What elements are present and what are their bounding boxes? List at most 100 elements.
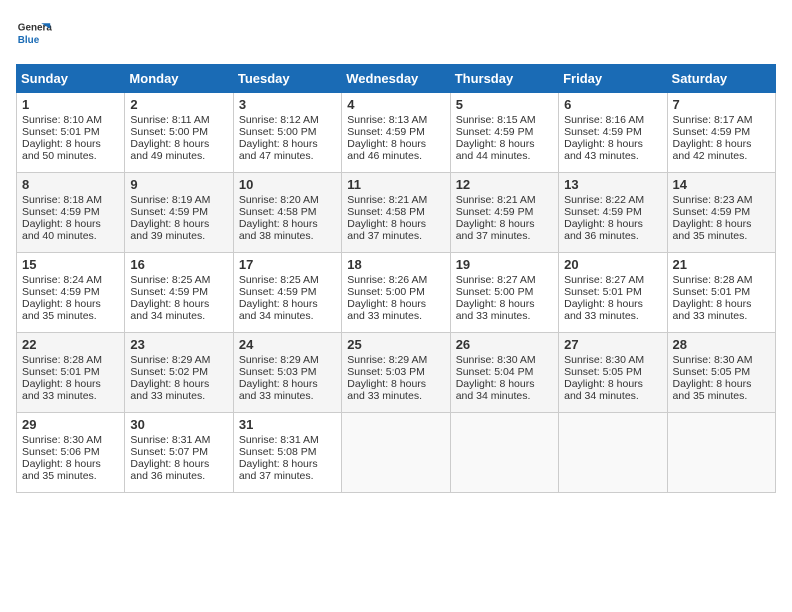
sunrise: Sunrise: 8:30 AM (22, 434, 102, 446)
daylight: Daylight: 8 hours and 33 minutes. (239, 378, 318, 402)
col-header-wednesday: Wednesday (342, 65, 450, 93)
sunset: Sunset: 4:59 PM (22, 206, 100, 218)
sunset: Sunset: 5:00 PM (456, 286, 534, 298)
day-number: 20 (564, 257, 661, 272)
sunset: Sunset: 4:59 PM (22, 286, 100, 298)
day-number: 18 (347, 257, 444, 272)
day-number: 16 (130, 257, 227, 272)
logo-icon: General Blue (16, 16, 52, 52)
daylight: Daylight: 8 hours and 37 minutes. (456, 218, 535, 242)
day-number: 6 (564, 97, 661, 112)
day-cell (342, 413, 450, 493)
daylight: Daylight: 8 hours and 38 minutes. (239, 218, 318, 242)
day-number: 10 (239, 177, 336, 192)
sunset: Sunset: 5:00 PM (130, 126, 208, 138)
daylight: Daylight: 8 hours and 35 minutes. (22, 458, 101, 482)
daylight: Daylight: 8 hours and 33 minutes. (673, 298, 752, 322)
daylight: Daylight: 8 hours and 36 minutes. (564, 218, 643, 242)
sunset: Sunset: 5:01 PM (564, 286, 642, 298)
daylight: Daylight: 8 hours and 36 minutes. (130, 458, 209, 482)
day-cell: 2Sunrise: 8:11 AMSunset: 5:00 PMDaylight… (125, 93, 233, 173)
day-number: 31 (239, 417, 336, 432)
day-cell: 31Sunrise: 8:31 AMSunset: 5:08 PMDayligh… (233, 413, 341, 493)
daylight: Daylight: 8 hours and 33 minutes. (130, 378, 209, 402)
day-cell: 5Sunrise: 8:15 AMSunset: 4:59 PMDaylight… (450, 93, 558, 173)
sunset: Sunset: 5:01 PM (22, 366, 100, 378)
daylight: Daylight: 8 hours and 35 minutes. (673, 378, 752, 402)
day-cell: 30Sunrise: 8:31 AMSunset: 5:07 PMDayligh… (125, 413, 233, 493)
sunset: Sunset: 4:59 PM (673, 206, 751, 218)
day-cell: 15Sunrise: 8:24 AMSunset: 4:59 PMDayligh… (17, 253, 125, 333)
sunrise: Sunrise: 8:20 AM (239, 194, 319, 206)
sunrise: Sunrise: 8:27 AM (564, 274, 644, 286)
day-number: 28 (673, 337, 770, 352)
day-cell: 11Sunrise: 8:21 AMSunset: 4:58 PMDayligh… (342, 173, 450, 253)
col-header-tuesday: Tuesday (233, 65, 341, 93)
day-cell: 18Sunrise: 8:26 AMSunset: 5:00 PMDayligh… (342, 253, 450, 333)
sunset: Sunset: 4:58 PM (347, 206, 425, 218)
sunset: Sunset: 4:59 PM (564, 206, 642, 218)
sunrise: Sunrise: 8:12 AM (239, 114, 319, 126)
daylight: Daylight: 8 hours and 34 minutes. (239, 298, 318, 322)
sunset: Sunset: 5:00 PM (239, 126, 317, 138)
day-cell: 3Sunrise: 8:12 AMSunset: 5:00 PMDaylight… (233, 93, 341, 173)
day-cell: 1Sunrise: 8:10 AMSunset: 5:01 PMDaylight… (17, 93, 125, 173)
day-number: 2 (130, 97, 227, 112)
sunrise: Sunrise: 8:30 AM (456, 354, 536, 366)
daylight: Daylight: 8 hours and 34 minutes. (130, 298, 209, 322)
sunrise: Sunrise: 8:26 AM (347, 274, 427, 286)
day-cell: 17Sunrise: 8:25 AMSunset: 4:59 PMDayligh… (233, 253, 341, 333)
daylight: Daylight: 8 hours and 34 minutes. (456, 378, 535, 402)
sunset: Sunset: 5:00 PM (347, 286, 425, 298)
day-number: 1 (22, 97, 119, 112)
sunset: Sunset: 5:07 PM (130, 446, 208, 458)
day-cell: 21Sunrise: 8:28 AMSunset: 5:01 PMDayligh… (667, 253, 775, 333)
day-cell: 16Sunrise: 8:25 AMSunset: 4:59 PMDayligh… (125, 253, 233, 333)
sunrise: Sunrise: 8:24 AM (22, 274, 102, 286)
week-row-3: 15Sunrise: 8:24 AMSunset: 4:59 PMDayligh… (17, 253, 776, 333)
day-number: 29 (22, 417, 119, 432)
day-cell: 14Sunrise: 8:23 AMSunset: 4:59 PMDayligh… (667, 173, 775, 253)
sunset: Sunset: 4:59 PM (564, 126, 642, 138)
day-number: 9 (130, 177, 227, 192)
sunrise: Sunrise: 8:16 AM (564, 114, 644, 126)
day-number: 11 (347, 177, 444, 192)
day-number: 25 (347, 337, 444, 352)
daylight: Daylight: 8 hours and 33 minutes. (456, 298, 535, 322)
sunset: Sunset: 4:59 PM (130, 206, 208, 218)
day-cell: 27Sunrise: 8:30 AMSunset: 5:05 PMDayligh… (559, 333, 667, 413)
daylight: Daylight: 8 hours and 46 minutes. (347, 138, 426, 162)
day-cell: 20Sunrise: 8:27 AMSunset: 5:01 PMDayligh… (559, 253, 667, 333)
day-cell: 7Sunrise: 8:17 AMSunset: 4:59 PMDaylight… (667, 93, 775, 173)
day-number: 14 (673, 177, 770, 192)
daylight: Daylight: 8 hours and 39 minutes. (130, 218, 209, 242)
day-number: 23 (130, 337, 227, 352)
sunrise: Sunrise: 8:10 AM (22, 114, 102, 126)
day-cell: 8Sunrise: 8:18 AMSunset: 4:59 PMDaylight… (17, 173, 125, 253)
sunrise: Sunrise: 8:13 AM (347, 114, 427, 126)
day-cell: 25Sunrise: 8:29 AMSunset: 5:03 PMDayligh… (342, 333, 450, 413)
daylight: Daylight: 8 hours and 49 minutes. (130, 138, 209, 162)
sunrise: Sunrise: 8:31 AM (239, 434, 319, 446)
day-number: 30 (130, 417, 227, 432)
daylight: Daylight: 8 hours and 50 minutes. (22, 138, 101, 162)
sunrise: Sunrise: 8:29 AM (347, 354, 427, 366)
day-number: 3 (239, 97, 336, 112)
day-cell: 19Sunrise: 8:27 AMSunset: 5:00 PMDayligh… (450, 253, 558, 333)
col-header-friday: Friday (559, 65, 667, 93)
day-number: 24 (239, 337, 336, 352)
day-number: 26 (456, 337, 553, 352)
sunrise: Sunrise: 8:21 AM (456, 194, 536, 206)
sunrise: Sunrise: 8:28 AM (22, 354, 102, 366)
page-header: General Blue (16, 16, 776, 52)
sunset: Sunset: 5:08 PM (239, 446, 317, 458)
sunrise: Sunrise: 8:29 AM (239, 354, 319, 366)
sunset: Sunset: 4:58 PM (239, 206, 317, 218)
sunset: Sunset: 5:04 PM (456, 366, 534, 378)
day-number: 17 (239, 257, 336, 272)
daylight: Daylight: 8 hours and 35 minutes. (673, 218, 752, 242)
day-number: 7 (673, 97, 770, 112)
sunset: Sunset: 4:59 PM (130, 286, 208, 298)
daylight: Daylight: 8 hours and 42 minutes. (673, 138, 752, 162)
week-row-1: 1Sunrise: 8:10 AMSunset: 5:01 PMDaylight… (17, 93, 776, 173)
